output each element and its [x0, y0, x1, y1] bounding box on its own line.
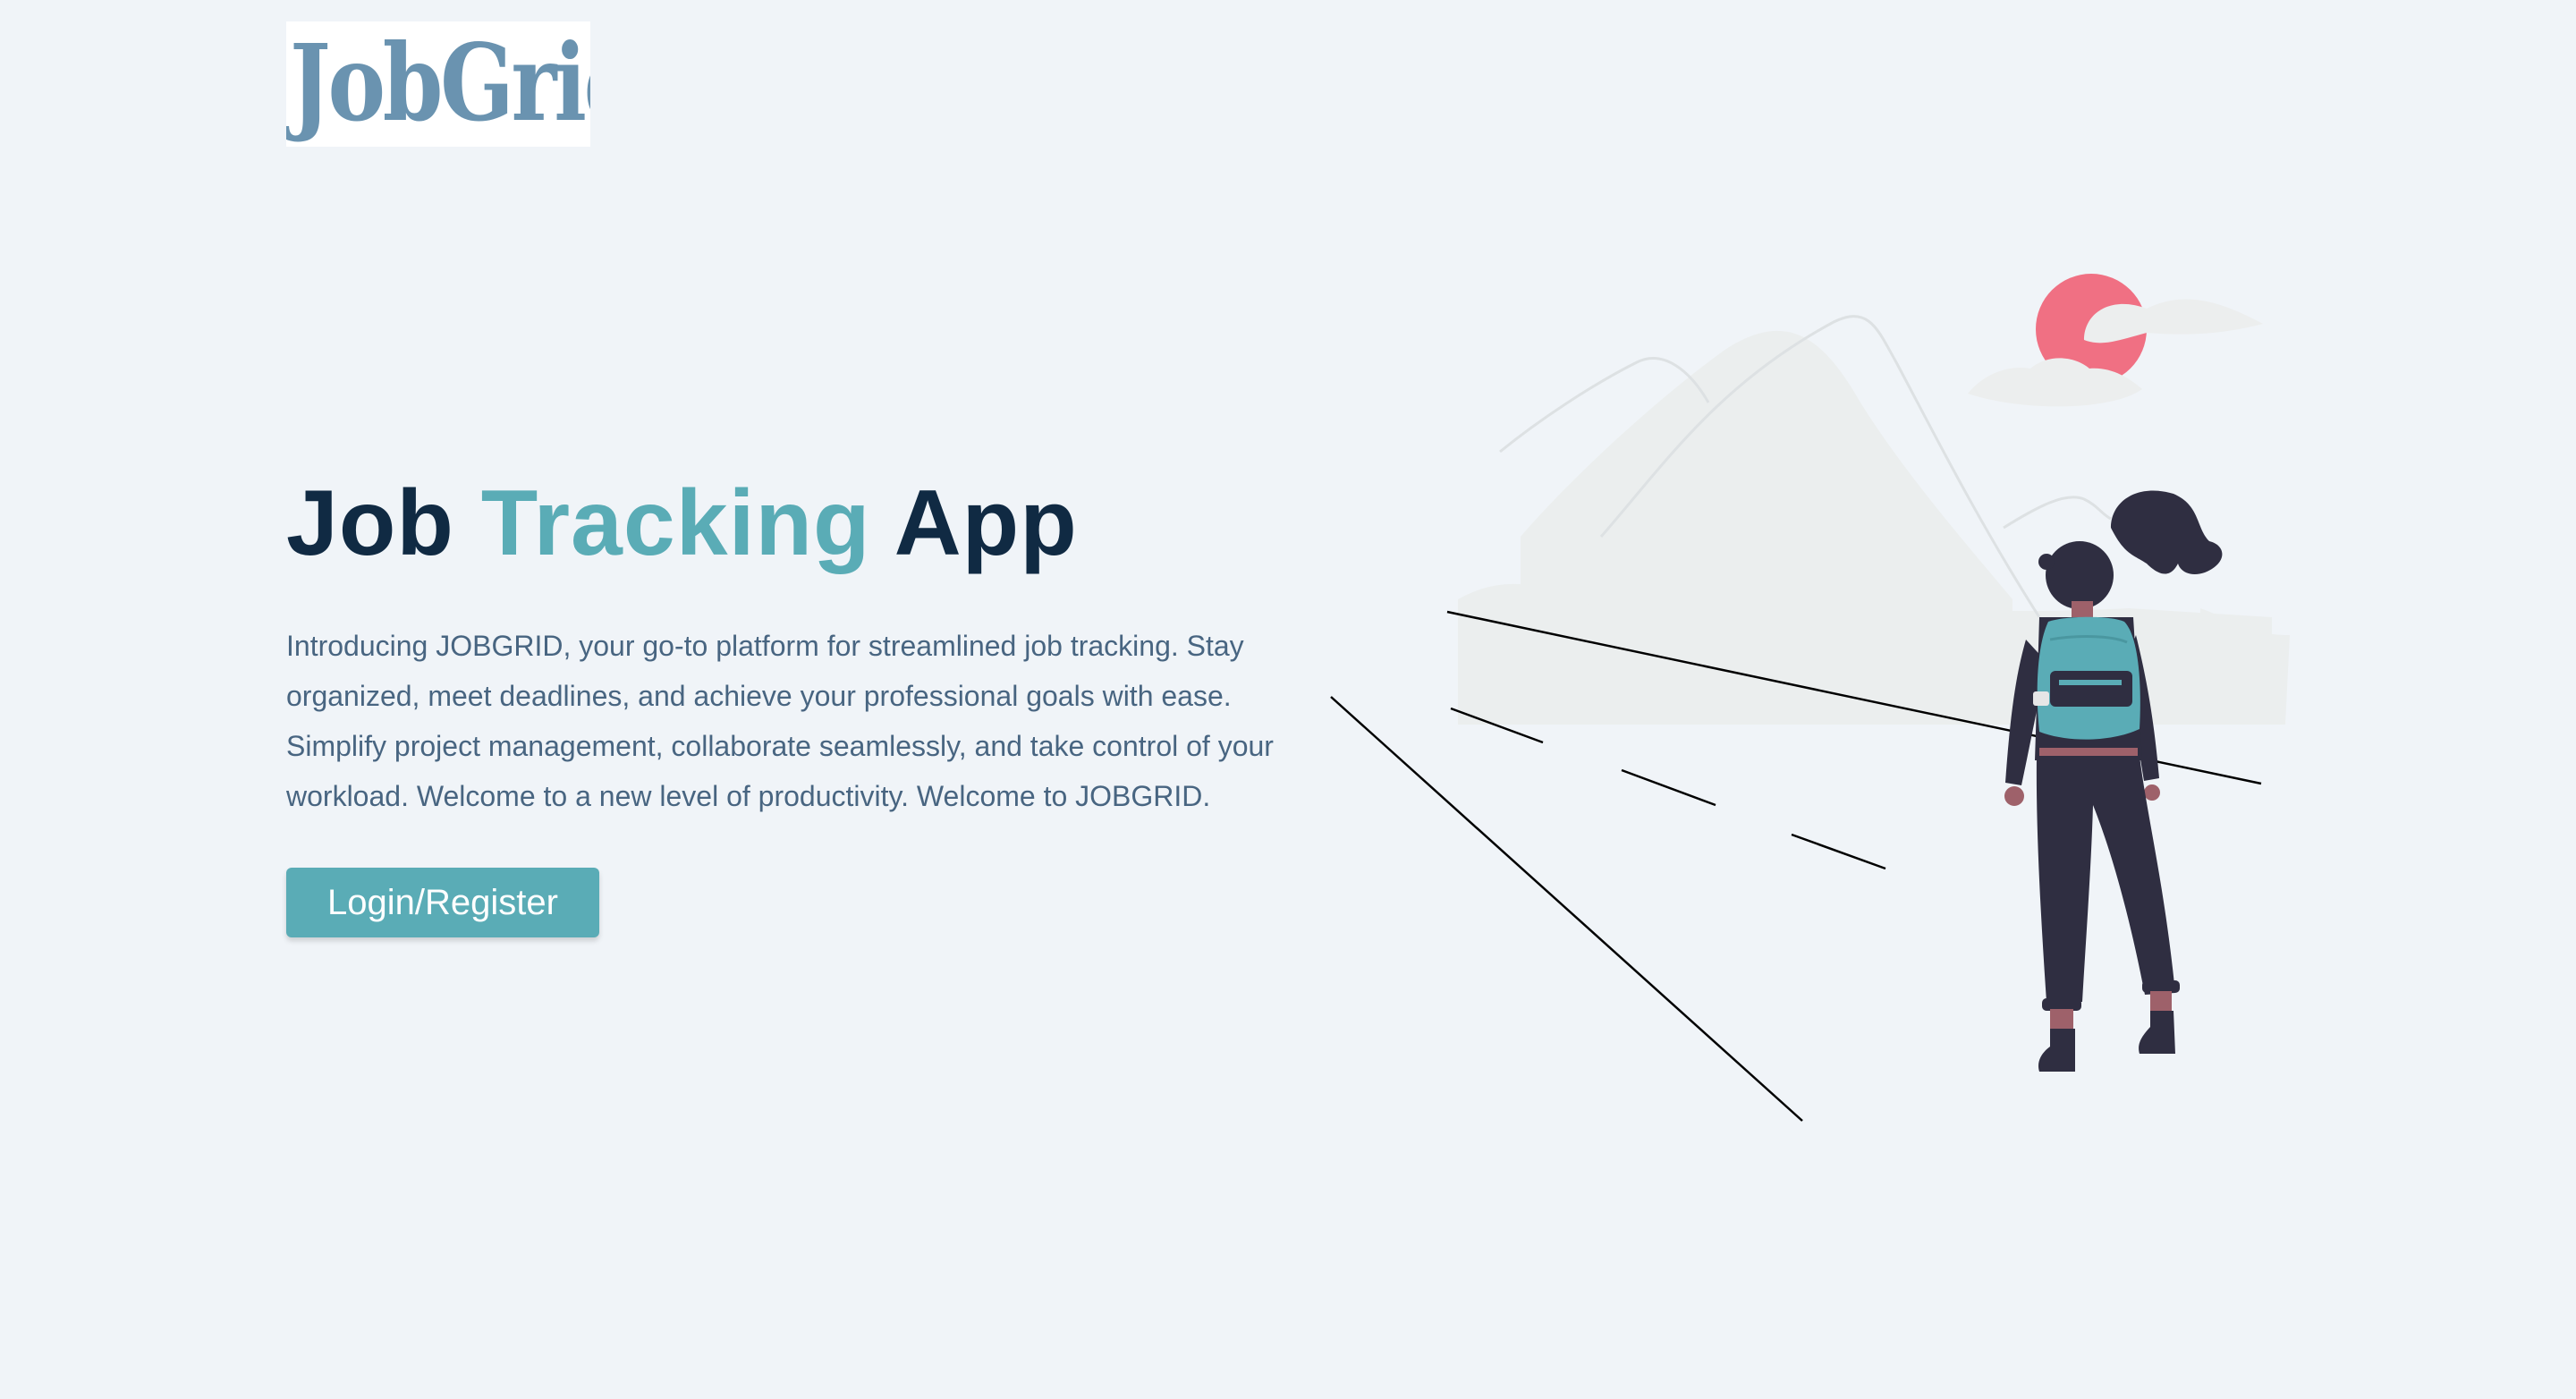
logo[interactable]: JobGrid	[286, 21, 590, 147]
woman-hiker-illustration	[1330, 274, 2290, 1122]
hero-description: Introducing JOBGRID, your go-to platform…	[286, 630, 1274, 812]
title-part-1: Job	[286, 471, 481, 575]
title-accent: Tracking	[480, 471, 871, 575]
title-part-2: App	[870, 471, 1078, 575]
hero-section: Job Tracking App Introducing JOBGRID, yo…	[286, 465, 1288, 937]
sun-clouds	[1968, 274, 2263, 407]
login-register-button[interactable]: Login/Register	[286, 868, 599, 937]
logo-text: JobGrid	[290, 21, 590, 145]
woman-figure	[2004, 490, 2223, 1072]
page-title: Job Tracking App	[286, 465, 1288, 581]
